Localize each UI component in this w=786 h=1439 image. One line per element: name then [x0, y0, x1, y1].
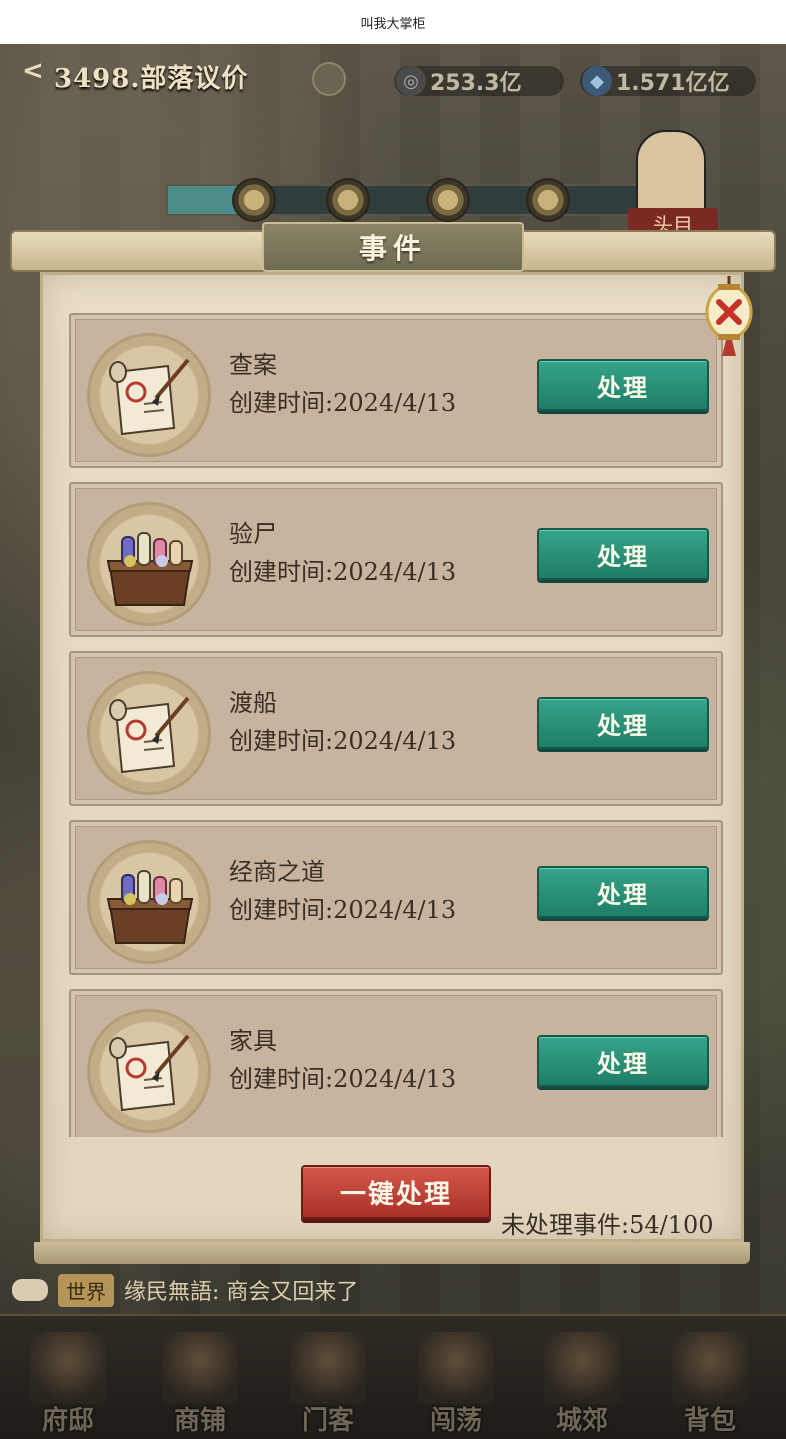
bottom-nav: 府邸 商铺 门客 闯荡 城郊 背包: [0, 1314, 786, 1439]
silver-coin-icon: ◎: [396, 66, 426, 96]
process-button-label: 处理: [597, 1048, 649, 1078]
mansion-icon: [30, 1332, 106, 1404]
event-dialog: 查案 创建时间:2024/4/13 处理 验尸 创建时间:2024/4/13 处…: [40, 272, 744, 1242]
event-name: 渡船: [229, 689, 277, 717]
shop-icon: [162, 1332, 238, 1404]
process-button[interactable]: 处理: [537, 866, 709, 918]
treasure-chest-icon: [87, 502, 211, 626]
event-name: 验尸: [229, 520, 277, 548]
nav-label: 府邸: [41, 1406, 94, 1436]
event-card: 家具 创建时间:2024/4/13 处理: [69, 989, 723, 1137]
nav-label: 城郊: [555, 1406, 608, 1436]
process-button[interactable]: 处理: [537, 697, 709, 749]
event-time: 创建时间:2024/4/13: [229, 1065, 457, 1093]
dialog-title: 事件: [358, 232, 427, 265]
progress-node-coin-icon: [426, 178, 470, 222]
nav-item-adventure[interactable]: 闯荡: [396, 1326, 516, 1438]
process-button[interactable]: 处理: [537, 359, 709, 411]
top-hud: < 3498.部落议价 ◎ 253.3亿 ◆ 1.571亿亿: [0, 44, 786, 104]
world-chat[interactable]: 世界 缘民無語: 商会又回来了: [12, 1270, 772, 1310]
progress-node-coin-icon: [326, 178, 370, 222]
progress-fill: [168, 186, 238, 214]
progress-node-coin-icon: [232, 178, 276, 222]
nav-label: 闯荡: [429, 1406, 482, 1436]
nav-item-suburb[interactable]: 城郊: [522, 1326, 642, 1438]
process-button-label: 处理: [597, 541, 649, 571]
event-card: 查案 创建时间:2024/4/13 处理: [69, 313, 723, 468]
chat-message: 缘民無語: 商会又回来了: [124, 1280, 359, 1305]
nav-item-backpack[interactable]: 背包: [650, 1326, 770, 1438]
scroll-quill-icon: [87, 1009, 211, 1133]
nav-label: 商铺: [173, 1406, 226, 1436]
event-card: 渡船 创建时间:2024/4/13 处理: [69, 651, 723, 806]
diamond-icon: ◆: [582, 66, 612, 96]
event-time: 创建时间:2024/4/13: [229, 558, 457, 586]
event-name: 家具: [229, 1027, 277, 1055]
page-title: 3498.部落议价: [54, 64, 249, 94]
backpack-icon: [672, 1332, 748, 1404]
headman-portrait[interactable]: [636, 130, 706, 220]
chest-art: [106, 870, 194, 944]
resource-diamond: ◆ 1.571亿亿: [580, 66, 756, 96]
event-list[interactable]: 查案 创建时间:2024/4/13 处理 验尸 创建时间:2024/4/13 处…: [69, 313, 725, 1137]
retainer-icon: [290, 1332, 366, 1404]
nav-label: 背包: [683, 1406, 736, 1436]
resource-diamond-value: 1.571亿亿: [616, 71, 730, 96]
dialog-title-tab: 事件: [262, 222, 524, 272]
one-key-process-label: 一键处理: [339, 1179, 452, 1210]
adventure-icon: [418, 1332, 494, 1404]
process-button-label: 处理: [597, 710, 649, 740]
scroll-art: [109, 1034, 190, 1112]
chest-art: [106, 532, 194, 606]
resource-silver-value: 253.3亿: [430, 71, 522, 96]
event-name: 查案: [229, 351, 277, 379]
process-button-label: 处理: [597, 372, 649, 402]
event-name: 经商之道: [229, 858, 325, 886]
back-arrow-icon[interactable]: <: [22, 56, 44, 86]
nav-label: 门客: [301, 1406, 354, 1436]
scroll-quill-icon: [87, 671, 211, 795]
scroll-art: [109, 696, 190, 774]
event-time: 创建时间:2024/4/13: [229, 896, 457, 924]
event-card: 经商之道 创建时间:2024/4/13 处理: [69, 820, 723, 975]
game-viewport: < 3498.部落议价 ◎ 253.3亿 ◆ 1.571亿亿 头目 事件 查案 …: [0, 44, 786, 1439]
chat-bubble-icon: [12, 1279, 48, 1301]
nav-item-shop[interactable]: 商铺: [140, 1326, 260, 1438]
process-button-label: 处理: [597, 879, 649, 909]
process-button[interactable]: 处理: [537, 1035, 709, 1087]
treasure-chest-icon: [87, 840, 211, 964]
lantern-close-icon[interactable]: [702, 276, 756, 356]
process-button[interactable]: 处理: [537, 528, 709, 580]
one-key-process-button[interactable]: 一键处理: [301, 1165, 491, 1219]
unprocessed-count: 未处理事件:54/100: [501, 1211, 714, 1239]
progress-node-coin-icon: [526, 178, 570, 222]
coin-badge-icon: [312, 62, 346, 96]
event-card: 验尸 创建时间:2024/4/13 处理: [69, 482, 723, 637]
chat-channel: 世界: [58, 1273, 114, 1307]
event-time: 创建时间:2024/4/13: [229, 389, 457, 417]
window-title: 叫我大掌柜: [0, 0, 786, 44]
event-time: 创建时间:2024/4/13: [229, 727, 457, 755]
scroll-quill-icon: [87, 333, 211, 457]
dialog-bottom-rod: [34, 1242, 750, 1264]
nav-item-retainer[interactable]: 门客: [268, 1326, 388, 1438]
resource-silver: ◎ 253.3亿: [394, 66, 564, 96]
scroll-art: [109, 358, 190, 436]
suburb-icon: [544, 1332, 620, 1404]
nav-item-mansion[interactable]: 府邸: [8, 1326, 128, 1438]
